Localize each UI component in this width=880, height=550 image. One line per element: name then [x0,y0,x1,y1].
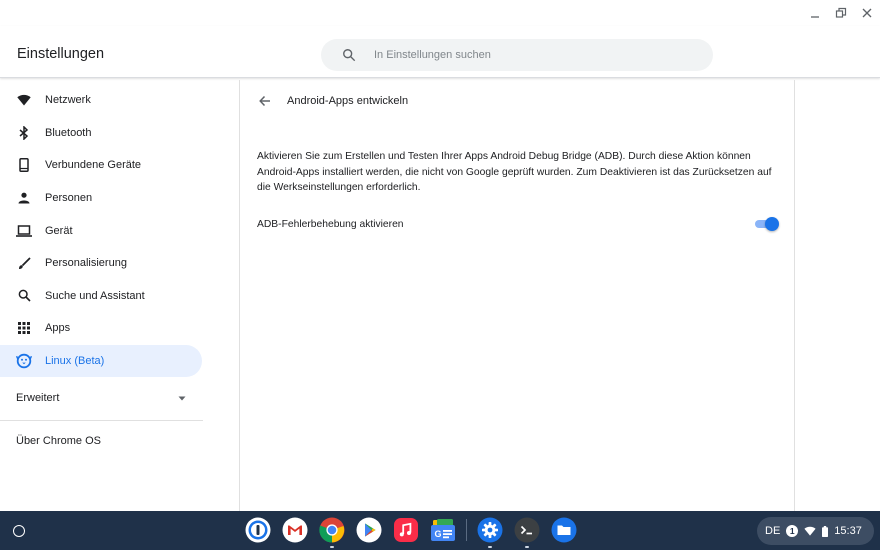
shelf-app-gmail[interactable] [281,516,309,544]
sidebar-item-netzwerk[interactable]: Netzwerk [0,84,210,117]
launcher-circle-icon [13,525,25,537]
terminal-icon [514,517,540,543]
brush-icon [16,255,32,271]
shelf-app-1password[interactable] [244,516,272,544]
sidebar-item-linux-beta[interactable]: Linux (Beta) [0,344,202,378]
search-icon [16,288,32,304]
shelf-app-music[interactable] [392,516,420,544]
person-icon [16,190,32,206]
sidebar-item-label: Linux (Beta) [45,355,105,368]
running-indicator [330,546,334,548]
advanced-label: Erweitert [16,392,60,405]
wifi-icon [804,526,816,536]
sidebar-item-label: Apps [45,322,71,335]
1password-icon [245,517,271,543]
minimize-button[interactable] [808,6,822,20]
back-button[interactable] [257,93,273,109]
adb-toggle[interactable] [753,217,779,231]
sidebar-item-personalisierung[interactable]: Personalisierung [0,247,210,280]
laptop-icon [16,223,32,239]
bluetooth-icon [16,125,32,141]
page-title: Einstellungen [17,46,105,62]
clock-time: 15:37 [834,525,862,537]
shelf-app-play-store[interactable] [355,516,383,544]
sidebar-item-geraet[interactable]: Gerät [0,214,210,247]
settings-icon [477,517,503,543]
sidebar-item-suche-und-assistant[interactable]: Suche und Assistant [0,280,210,313]
toggle-knob [765,217,779,231]
gmail-icon [282,517,308,543]
sidebar-item-bluetooth[interactable]: Bluetooth [0,117,210,150]
sidebar-item-personen[interactable]: Personen [0,182,210,215]
search-box[interactable] [321,39,713,71]
shelf-app-google-news[interactable]: G [429,516,457,544]
adb-toggle-label: ADB-Fehlerbehebung aktivieren [257,218,404,230]
shelf-apps: G [244,516,578,548]
chrome-icon [319,517,345,543]
close-button[interactable] [860,6,874,20]
shelf-divider [466,519,467,541]
advanced-section-toggle[interactable]: Erweitert [0,378,202,418]
shelf: G DE 1 15:37 [0,511,880,550]
linux-penguin-icon [16,353,32,369]
settings-window: Einstellungen Netzwerk Bluetooth Verbund… [0,0,880,511]
play-store-icon [356,517,382,543]
wifi-icon [16,92,32,108]
notification-badge: 1 [786,525,799,537]
music-icon [394,518,418,542]
main-content: Android-Apps entwickeln Aktivieren Sie z… [239,80,795,511]
sidebar-item-label: Verbundene Geräte [45,159,142,172]
window-controls [808,4,874,22]
sidebar-item-apps[interactable]: Apps [0,312,210,345]
files-icon [551,517,577,543]
chevron-down-icon [178,396,186,401]
adb-description: Aktivieren Sie zum Erstellen und Testen … [257,151,772,193]
settings-header: Einstellungen [0,26,880,78]
svg-text:G: G [435,529,442,539]
shelf-app-settings[interactable] [476,516,504,548]
shelf-app-terminal[interactable] [513,516,541,548]
sidebar-item-label: Bluetooth [45,126,92,139]
close-icon [862,8,872,18]
shelf-app-files[interactable] [550,516,578,544]
sidebar: Netzwerk Bluetooth Verbundene Geräte Per… [0,84,210,461]
sidebar-item-label: Gerät [45,224,73,237]
sidebar-item-label: Suche und Assistant [45,289,145,302]
running-indicator [488,546,492,548]
sidebar-item-label: Netzwerk [45,94,91,107]
arrow-back-icon [259,95,270,107]
restore-button[interactable] [834,6,848,20]
minimize-icon [811,16,819,18]
phone-icon [16,157,32,173]
sidebar-item-label: Personen [45,192,93,205]
sidebar-item-verbundene-geraete[interactable]: Verbundene Geräte [0,149,210,182]
shelf-app-chrome[interactable] [318,516,346,548]
launcher-button[interactable] [8,520,30,542]
about-chrome-os-link[interactable]: Über Chrome OS [0,421,210,461]
battery-icon [822,525,829,537]
running-indicator [525,546,529,548]
subpage-header: Android-Apps entwickeln [240,80,794,122]
input-method-indicator: DE [765,525,781,537]
google-news-icon: G [431,519,455,541]
adb-setting-row: ADB-Fehlerbehebung aktivieren [257,212,779,236]
sidebar-item-label: Personalisierung [45,257,127,270]
restore-icon [835,7,847,18]
search-input[interactable] [374,49,674,61]
apps-grid-icon [16,320,32,336]
search-icon [343,49,356,62]
status-tray[interactable]: DE 1 15:37 [757,517,874,545]
subpage-title: Android-Apps entwickeln [287,95,409,107]
